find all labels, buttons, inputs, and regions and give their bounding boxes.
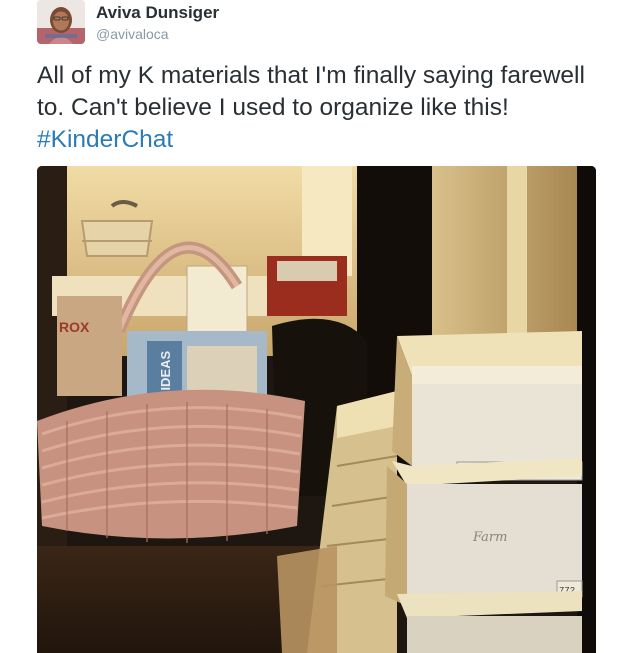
author-name[interactable]: Aviva Dunsiger — [96, 3, 219, 23]
author-avatar[interactable] — [37, 0, 85, 44]
author-handle[interactable]: @avivaloca — [96, 25, 169, 43]
basket-box-text: ROX — [59, 319, 90, 335]
box-handwriting: Farm — [472, 530, 507, 545]
tweet-text: All of my K materials that I'm finally s… — [37, 60, 607, 156]
tweet-body: All of my K materials that I'm finally s… — [37, 62, 585, 121]
tweet-photo[interactable]: ROX VISTA IDEAS Farm 772 — [37, 166, 596, 653]
hashtag-link[interactable]: #KinderChat — [37, 126, 173, 153]
avatar-photo — [37, 0, 85, 44]
photo-image: ROX VISTA IDEAS Farm 772 — [37, 166, 596, 653]
